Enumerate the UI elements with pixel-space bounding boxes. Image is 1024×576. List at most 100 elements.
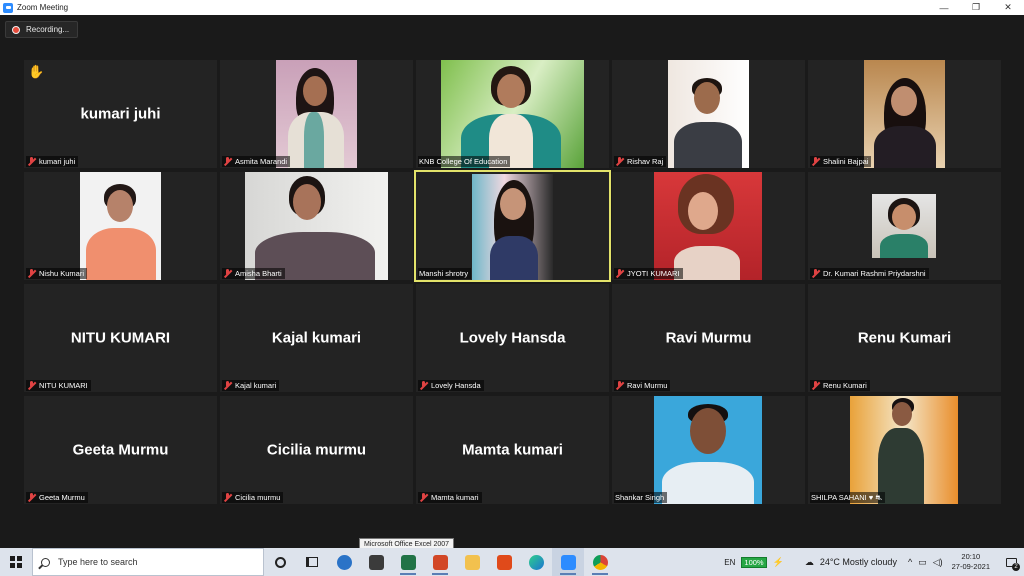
participant-nameplate: Ravi Murmu bbox=[614, 380, 671, 391]
participant-tile[interactable]: NITU KUMARI NITU KUMARI bbox=[24, 284, 217, 392]
muted-mic-icon bbox=[223, 157, 232, 166]
participant-tile[interactable]: ✋ kumari juhi kumari juhi bbox=[24, 60, 217, 168]
office-button[interactable] bbox=[488, 548, 520, 576]
recording-indicator[interactable]: Recording... bbox=[5, 21, 79, 38]
muted-mic-icon bbox=[27, 269, 36, 278]
excel-button[interactable] bbox=[392, 548, 424, 576]
store-button[interactable] bbox=[360, 548, 392, 576]
participant-display-name: Kajal kumari bbox=[271, 329, 362, 347]
participant-tile[interactable]: Shalini Bajpai bbox=[808, 60, 1001, 168]
weather-icon: ☁ bbox=[804, 556, 814, 567]
maximize-button[interactable]: ❐ bbox=[960, 0, 992, 15]
muted-mic-icon bbox=[223, 493, 232, 502]
task-view-icon bbox=[306, 557, 318, 567]
participant-nameplate: NITU KUMARI bbox=[26, 380, 91, 391]
taskbar-app-1[interactable] bbox=[328, 548, 360, 576]
participant-tile[interactable]: JYOTI KUMARI bbox=[612, 172, 805, 280]
participant-video bbox=[276, 60, 357, 168]
store-icon bbox=[368, 554, 384, 570]
start-button[interactable] bbox=[0, 548, 32, 576]
participant-video bbox=[850, 396, 958, 504]
notification-count: 2 bbox=[1012, 563, 1020, 571]
participant-tile[interactable]: Rishav Raj bbox=[612, 60, 805, 168]
windows-taskbar: Type here to search EN 100% ⚡ ☁ 24°C Mos… bbox=[0, 548, 1024, 576]
chrome-button[interactable] bbox=[584, 548, 616, 576]
participant-tile[interactable]: Dr. Kumari Rashmi Priydarshni bbox=[808, 172, 1001, 280]
participant-nameplate: Shalini Bajpai bbox=[810, 156, 872, 167]
participant-tile[interactable]: Renu Kumari Renu Kumari bbox=[808, 284, 1001, 392]
zoom-icon bbox=[560, 554, 576, 570]
weather-text[interactable]: 24°C Mostly cloudy bbox=[820, 557, 897, 567]
participant-nameplate: JYOTI KUMARI bbox=[614, 268, 683, 279]
taskbar-search-box[interactable]: Type here to search bbox=[32, 548, 264, 576]
participant-tile[interactable]: SHILPA SAHANI ♥ ⛐ bbox=[808, 396, 1001, 504]
recording-label: Recording... bbox=[26, 25, 70, 34]
close-button[interactable]: ✕ bbox=[992, 0, 1024, 15]
participant-video bbox=[668, 60, 749, 168]
task-view-button[interactable] bbox=[296, 548, 328, 576]
participant-video bbox=[245, 172, 388, 280]
participant-video bbox=[441, 60, 584, 168]
clock-date: 27-09-2021 bbox=[951, 562, 990, 571]
participant-display-name: Geeta Murmu bbox=[72, 441, 169, 459]
participant-tile[interactable]: KNB College Of Education bbox=[416, 60, 609, 168]
window-controls: — ❐ ✕ bbox=[928, 0, 1024, 15]
participant-display-name: Renu Kumari bbox=[857, 329, 952, 347]
clock[interactable]: 20:10 27-09-2021 bbox=[952, 552, 990, 572]
muted-mic-icon bbox=[811, 381, 820, 390]
record-icon bbox=[12, 25, 20, 34]
participant-nameplate: Mamta kumari bbox=[418, 492, 482, 503]
active-speaker-tile[interactable]: Manshi shrotry bbox=[414, 170, 611, 282]
participant-tile[interactable]: Amisha Bharti bbox=[220, 172, 413, 280]
participant-nameplate: Shankar Singh bbox=[614, 492, 668, 503]
zoom-app-icon bbox=[3, 2, 13, 13]
muted-mic-icon bbox=[27, 381, 36, 390]
participant-tile[interactable]: Cicilia murmu Cicilia murmu bbox=[220, 396, 413, 504]
participant-tile[interactable]: Geeta Murmu Geeta Murmu bbox=[24, 396, 217, 504]
powerpoint-icon bbox=[432, 554, 448, 570]
participant-display-name: Mamta kumari bbox=[462, 441, 563, 459]
participant-nameplate: KNB College Of Education bbox=[418, 156, 511, 167]
minimize-button[interactable]: — bbox=[928, 0, 960, 15]
language-indicator[interactable]: EN bbox=[724, 558, 735, 567]
participant-tile[interactable]: Ravi Murmu Ravi Murmu bbox=[612, 284, 805, 392]
app-icon bbox=[336, 554, 352, 570]
volume-icon[interactable]: ◁) bbox=[933, 557, 943, 568]
muted-mic-icon bbox=[223, 381, 232, 390]
chevron-up-icon[interactable]: ^ bbox=[908, 557, 912, 567]
zoom-button[interactable] bbox=[552, 548, 584, 576]
participant-tile[interactable]: Shankar Singh bbox=[612, 396, 805, 504]
participant-nameplate: Rishav Raj bbox=[614, 156, 667, 167]
participant-tile[interactable]: Mamta kumari Mamta kumari bbox=[416, 396, 609, 504]
participant-tile[interactable]: Lovely Hansda Lovely Hansda bbox=[416, 284, 609, 392]
muted-mic-icon bbox=[27, 157, 36, 166]
excel-icon bbox=[400, 554, 416, 570]
participant-nameplate: Nishu Kumari bbox=[26, 268, 88, 279]
participant-video bbox=[872, 194, 936, 258]
muted-mic-icon bbox=[615, 269, 624, 278]
participant-display-name: Cicilia murmu bbox=[266, 441, 367, 459]
plug-icon: ⚡ bbox=[772, 556, 784, 567]
cortana-icon bbox=[274, 556, 286, 568]
participant-nameplate: Kajal kumari bbox=[222, 380, 280, 391]
network-icon[interactable]: ▭ bbox=[918, 557, 927, 568]
participant-nameplate: kumari juhi bbox=[26, 156, 79, 167]
windows-icon bbox=[10, 556, 22, 568]
cortana-button[interactable] bbox=[264, 548, 296, 576]
search-placeholder: Type here to search bbox=[58, 557, 138, 567]
title-bar: Zoom Meeting — ❐ ✕ bbox=[0, 0, 1024, 15]
participant-tile[interactable]: Kajal kumari Kajal kumari bbox=[220, 284, 413, 392]
chrome-icon bbox=[592, 554, 608, 570]
participant-nameplate: Asmita Marandi bbox=[222, 156, 291, 167]
file-explorer-button[interactable] bbox=[456, 548, 488, 576]
edge-button[interactable] bbox=[520, 548, 552, 576]
battery-indicator[interactable]: 100% bbox=[741, 556, 767, 568]
notification-center-button[interactable]: 2 bbox=[998, 548, 1024, 576]
participant-tile[interactable]: Asmita Marandi bbox=[220, 60, 413, 168]
powerpoint-button[interactable] bbox=[424, 548, 456, 576]
muted-mic-icon bbox=[419, 381, 428, 390]
participant-tile[interactable]: Nishu Kumari bbox=[24, 172, 217, 280]
participant-video bbox=[654, 396, 762, 504]
muted-mic-icon bbox=[811, 157, 820, 166]
participant-nameplate: Renu Kumari bbox=[810, 380, 870, 391]
